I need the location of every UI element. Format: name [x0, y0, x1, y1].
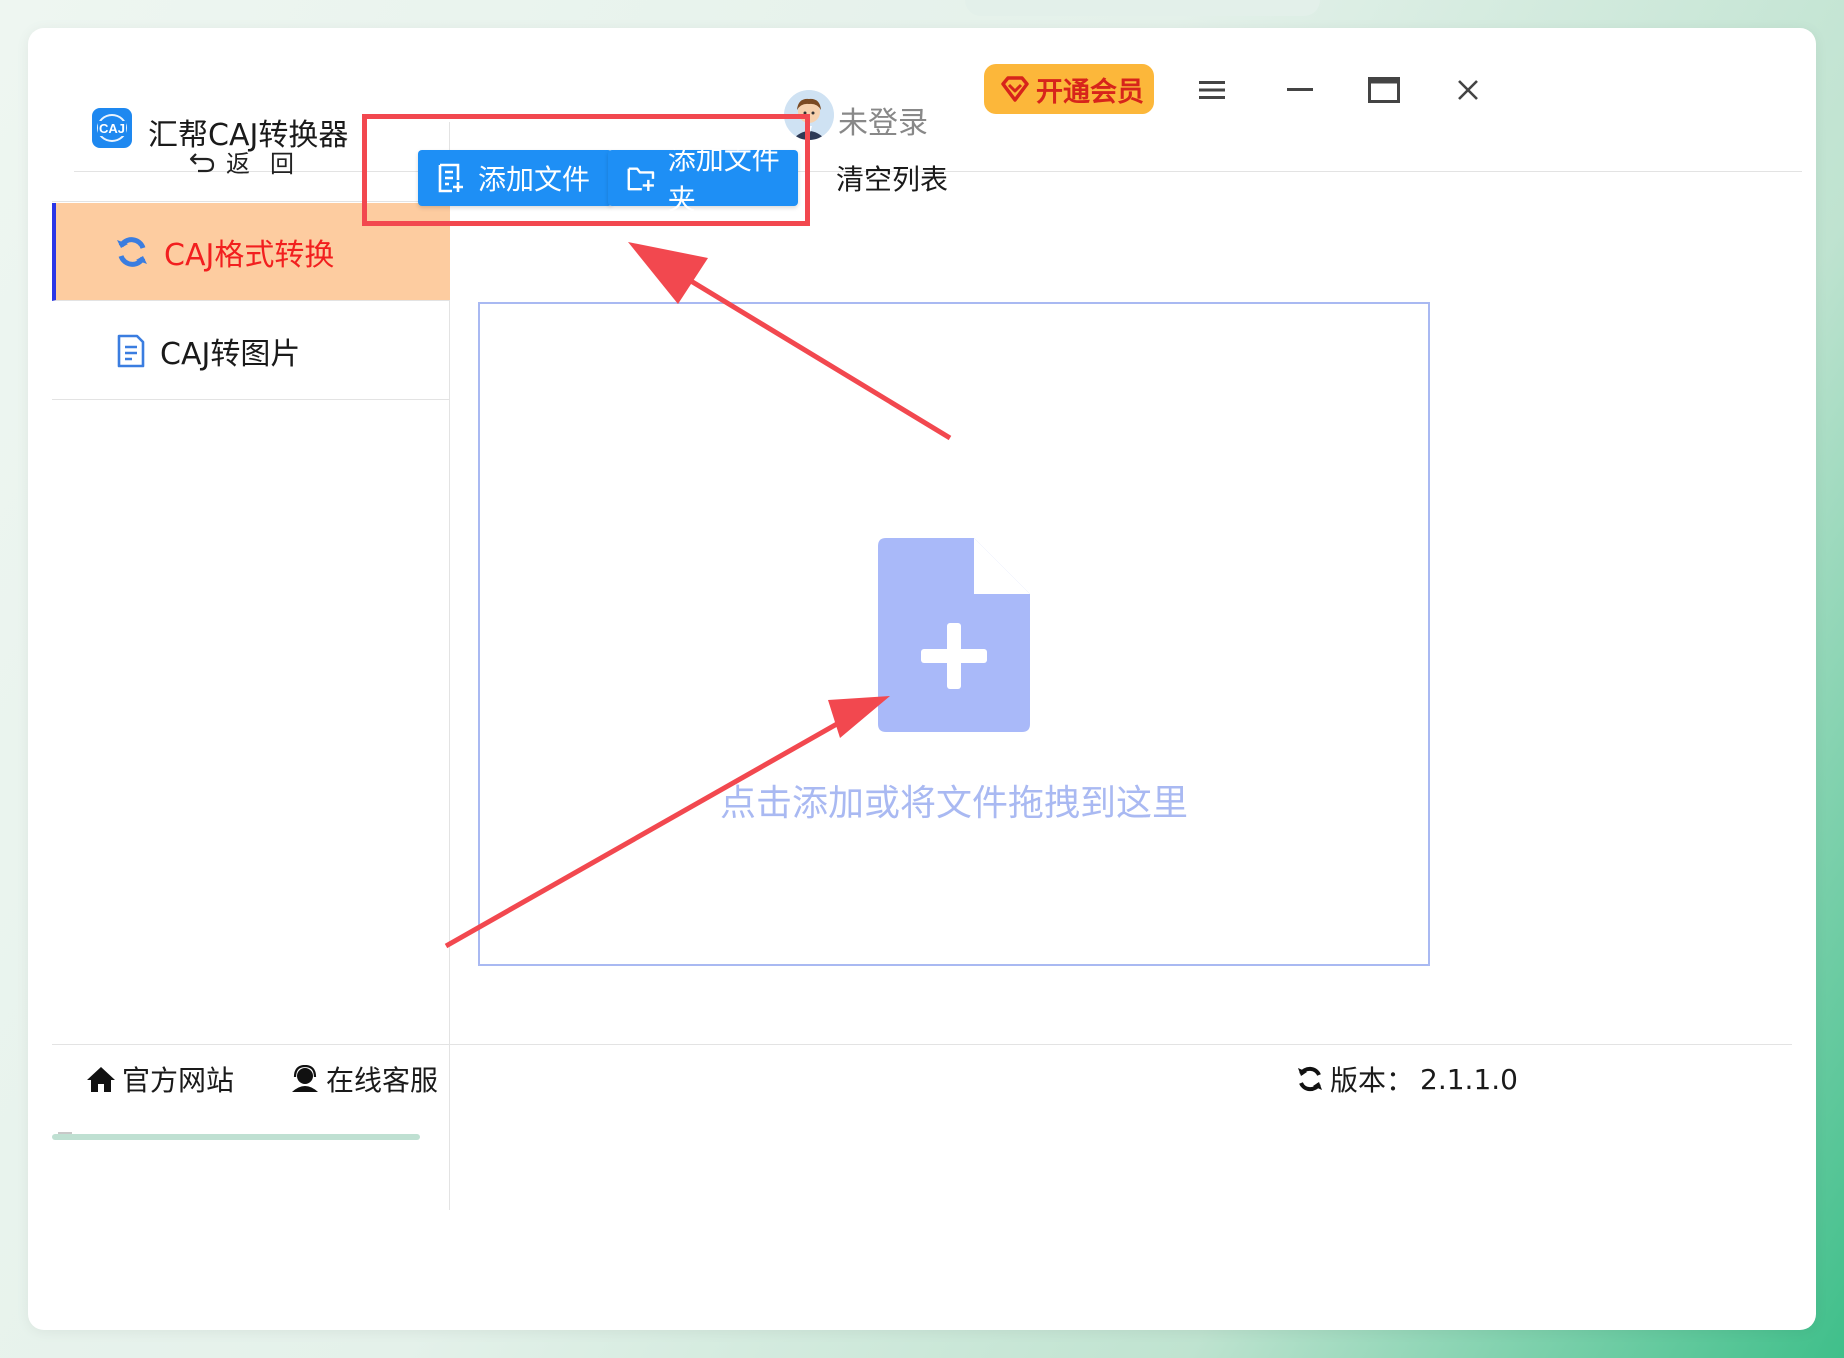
- clear-list-button[interactable]: 清空列表: [836, 158, 948, 198]
- add-document-icon: [878, 538, 1030, 732]
- version-number: 2.1.1.0: [1420, 1062, 1518, 1096]
- version-label: 版本：: [1330, 1064, 1415, 1097]
- close-button[interactable]: [1438, 60, 1498, 120]
- maximize-button[interactable]: [1354, 60, 1414, 120]
- file-dropzone[interactable]: 点击添加或将文件拖拽到这里: [478, 302, 1430, 966]
- footer: 官方网站 在线客服 版本： 2.1.1.0: [52, 1044, 1792, 1114]
- back-arrow-icon: [189, 152, 215, 172]
- service-label: 在线客服: [326, 1064, 439, 1097]
- website-label: 官方网站: [122, 1064, 235, 1097]
- update-icon: [1298, 1066, 1322, 1092]
- diamond-icon: [1001, 76, 1029, 102]
- official-website-link[interactable]: 官方网站: [86, 1059, 234, 1099]
- close-icon: [1458, 80, 1478, 100]
- headset-icon: [292, 1065, 318, 1092]
- sidebar-item-caj-to-image[interactable]: CAJ转图片: [52, 302, 450, 400]
- refresh-icon: [117, 236, 147, 267]
- maximize-icon: [1368, 77, 1400, 103]
- online-service-link[interactable]: 在线客服: [290, 1059, 438, 1099]
- sidebar-item-label: CAJ转图片: [160, 336, 301, 372]
- vip-button[interactable]: 开通会员: [984, 64, 1154, 114]
- vip-label: 开通会员: [1036, 76, 1144, 108]
- minimize-button[interactable]: [1270, 60, 1330, 120]
- back-label: 返回: [226, 150, 314, 178]
- home-icon: [87, 1067, 115, 1092]
- version-info: 版本： 2.1.1.0: [1296, 1059, 1518, 1099]
- annotation-highlight-box: [362, 114, 810, 226]
- background-tab: [965, 0, 1320, 16]
- menu-button[interactable]: [1182, 60, 1242, 120]
- menu-icon: [1199, 81, 1225, 99]
- dropzone-hint: 点击添加或将文件拖拽到这里: [719, 783, 1188, 824]
- login-status[interactable]: 未登录: [838, 98, 928, 142]
- minimize-icon: [1287, 88, 1313, 91]
- document-icon: [117, 334, 145, 367]
- sidebar-item-label: CAJ格式转换: [164, 237, 335, 273]
- bottom-progress-strip: [52, 1134, 420, 1140]
